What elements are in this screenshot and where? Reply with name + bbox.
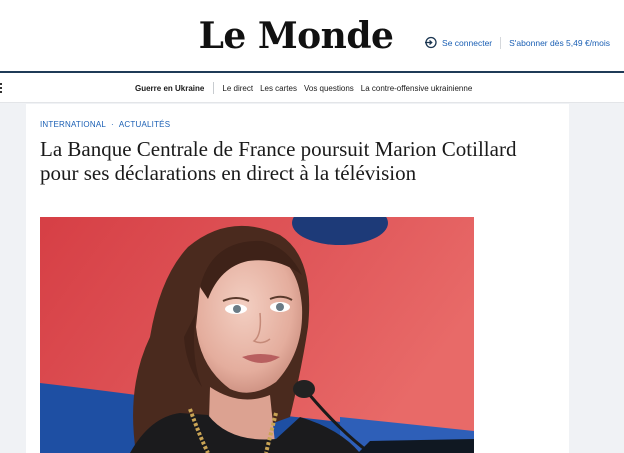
site-header: Le Monde Se connecter S'abonner dès 5,49… [0,0,624,72]
nav-item-questions[interactable]: Vos questions [304,84,354,93]
page-margin [569,104,624,453]
kicker-category-link[interactable]: ACTUALITÉS [119,120,170,129]
nav-item-maps[interactable]: Les cartes [260,84,297,93]
subscribe-link[interactable]: S'abonner dès 5,49 €/mois [509,38,610,48]
nav-item-counteroffensive[interactable]: La contre-offensive ukrainienne [361,84,472,93]
article-card: INTERNATIONAL · ACTUALITÉS La Banque Cen… [26,104,569,453]
kicker-section-link[interactable]: INTERNATIONAL [40,120,106,129]
article-photo[interactable] [40,217,474,453]
login-arrow-icon [424,36,437,49]
menu-dots-icon[interactable] [0,83,3,93]
login-link[interactable]: Se connecter [424,36,492,49]
nav-item-live[interactable]: Le direct [222,84,253,93]
topic-nav-items: Guerre en Ukraine Le direct Les cartes V… [135,73,472,103]
kicker-separator: · [111,120,114,129]
account-links: Se connecter S'abonner dès 5,49 €/mois [424,36,610,49]
topic-nav: Guerre en Ukraine Le direct Les cartes V… [0,73,624,103]
login-label: Se connecter [442,37,493,48]
article-kicker: INTERNATIONAL · ACTUALITÉS [40,120,170,129]
nav-item-ukraine-war[interactable]: Guerre en Ukraine [135,84,204,93]
account-divider [500,36,502,49]
nav-divider [213,82,215,94]
article-headline: La Banque Centrale de France poursuit Ma… [40,137,517,185]
